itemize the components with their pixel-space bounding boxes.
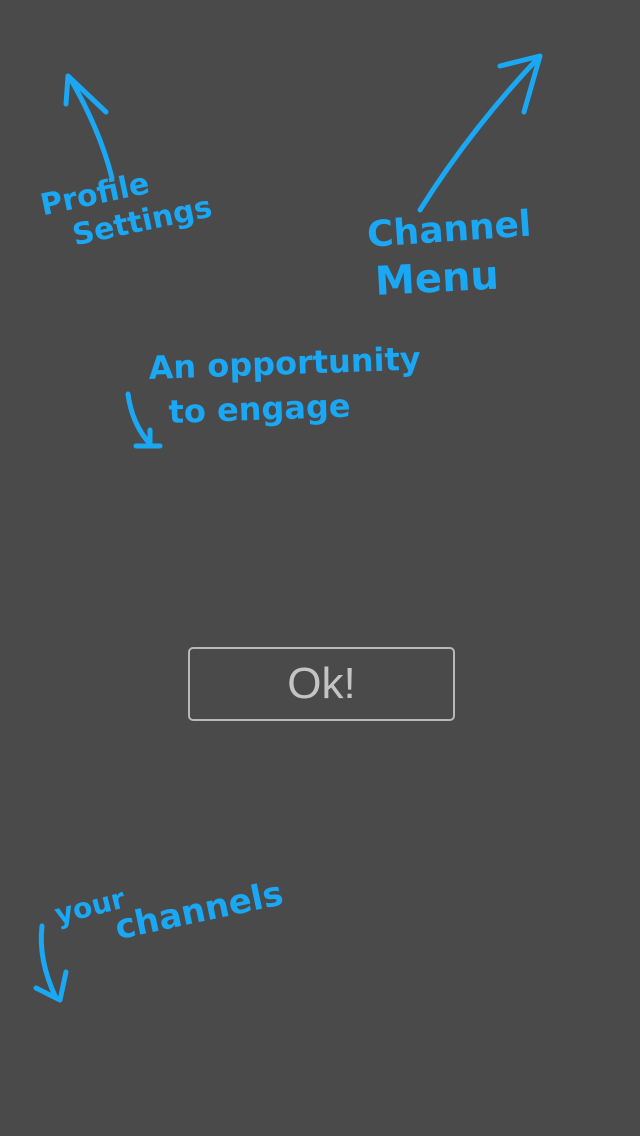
engage-label-line2: to engage xyxy=(167,386,352,431)
channel-menu-label-line2: Menu xyxy=(373,252,500,305)
coach-mark-overlay: Profile Settings Channel Menu An opportu… xyxy=(0,0,640,1136)
arrow-profile-settings-icon xyxy=(63,73,115,181)
arrow-engage-icon xyxy=(125,391,163,449)
arrow-your-channels-icon xyxy=(33,923,69,1003)
engage-label-line1: An opportunity xyxy=(147,339,422,387)
ok-button[interactable]: Ok! xyxy=(188,647,455,721)
annotation-arrows xyxy=(33,53,543,1003)
arrow-channel-menu-icon xyxy=(417,53,543,213)
